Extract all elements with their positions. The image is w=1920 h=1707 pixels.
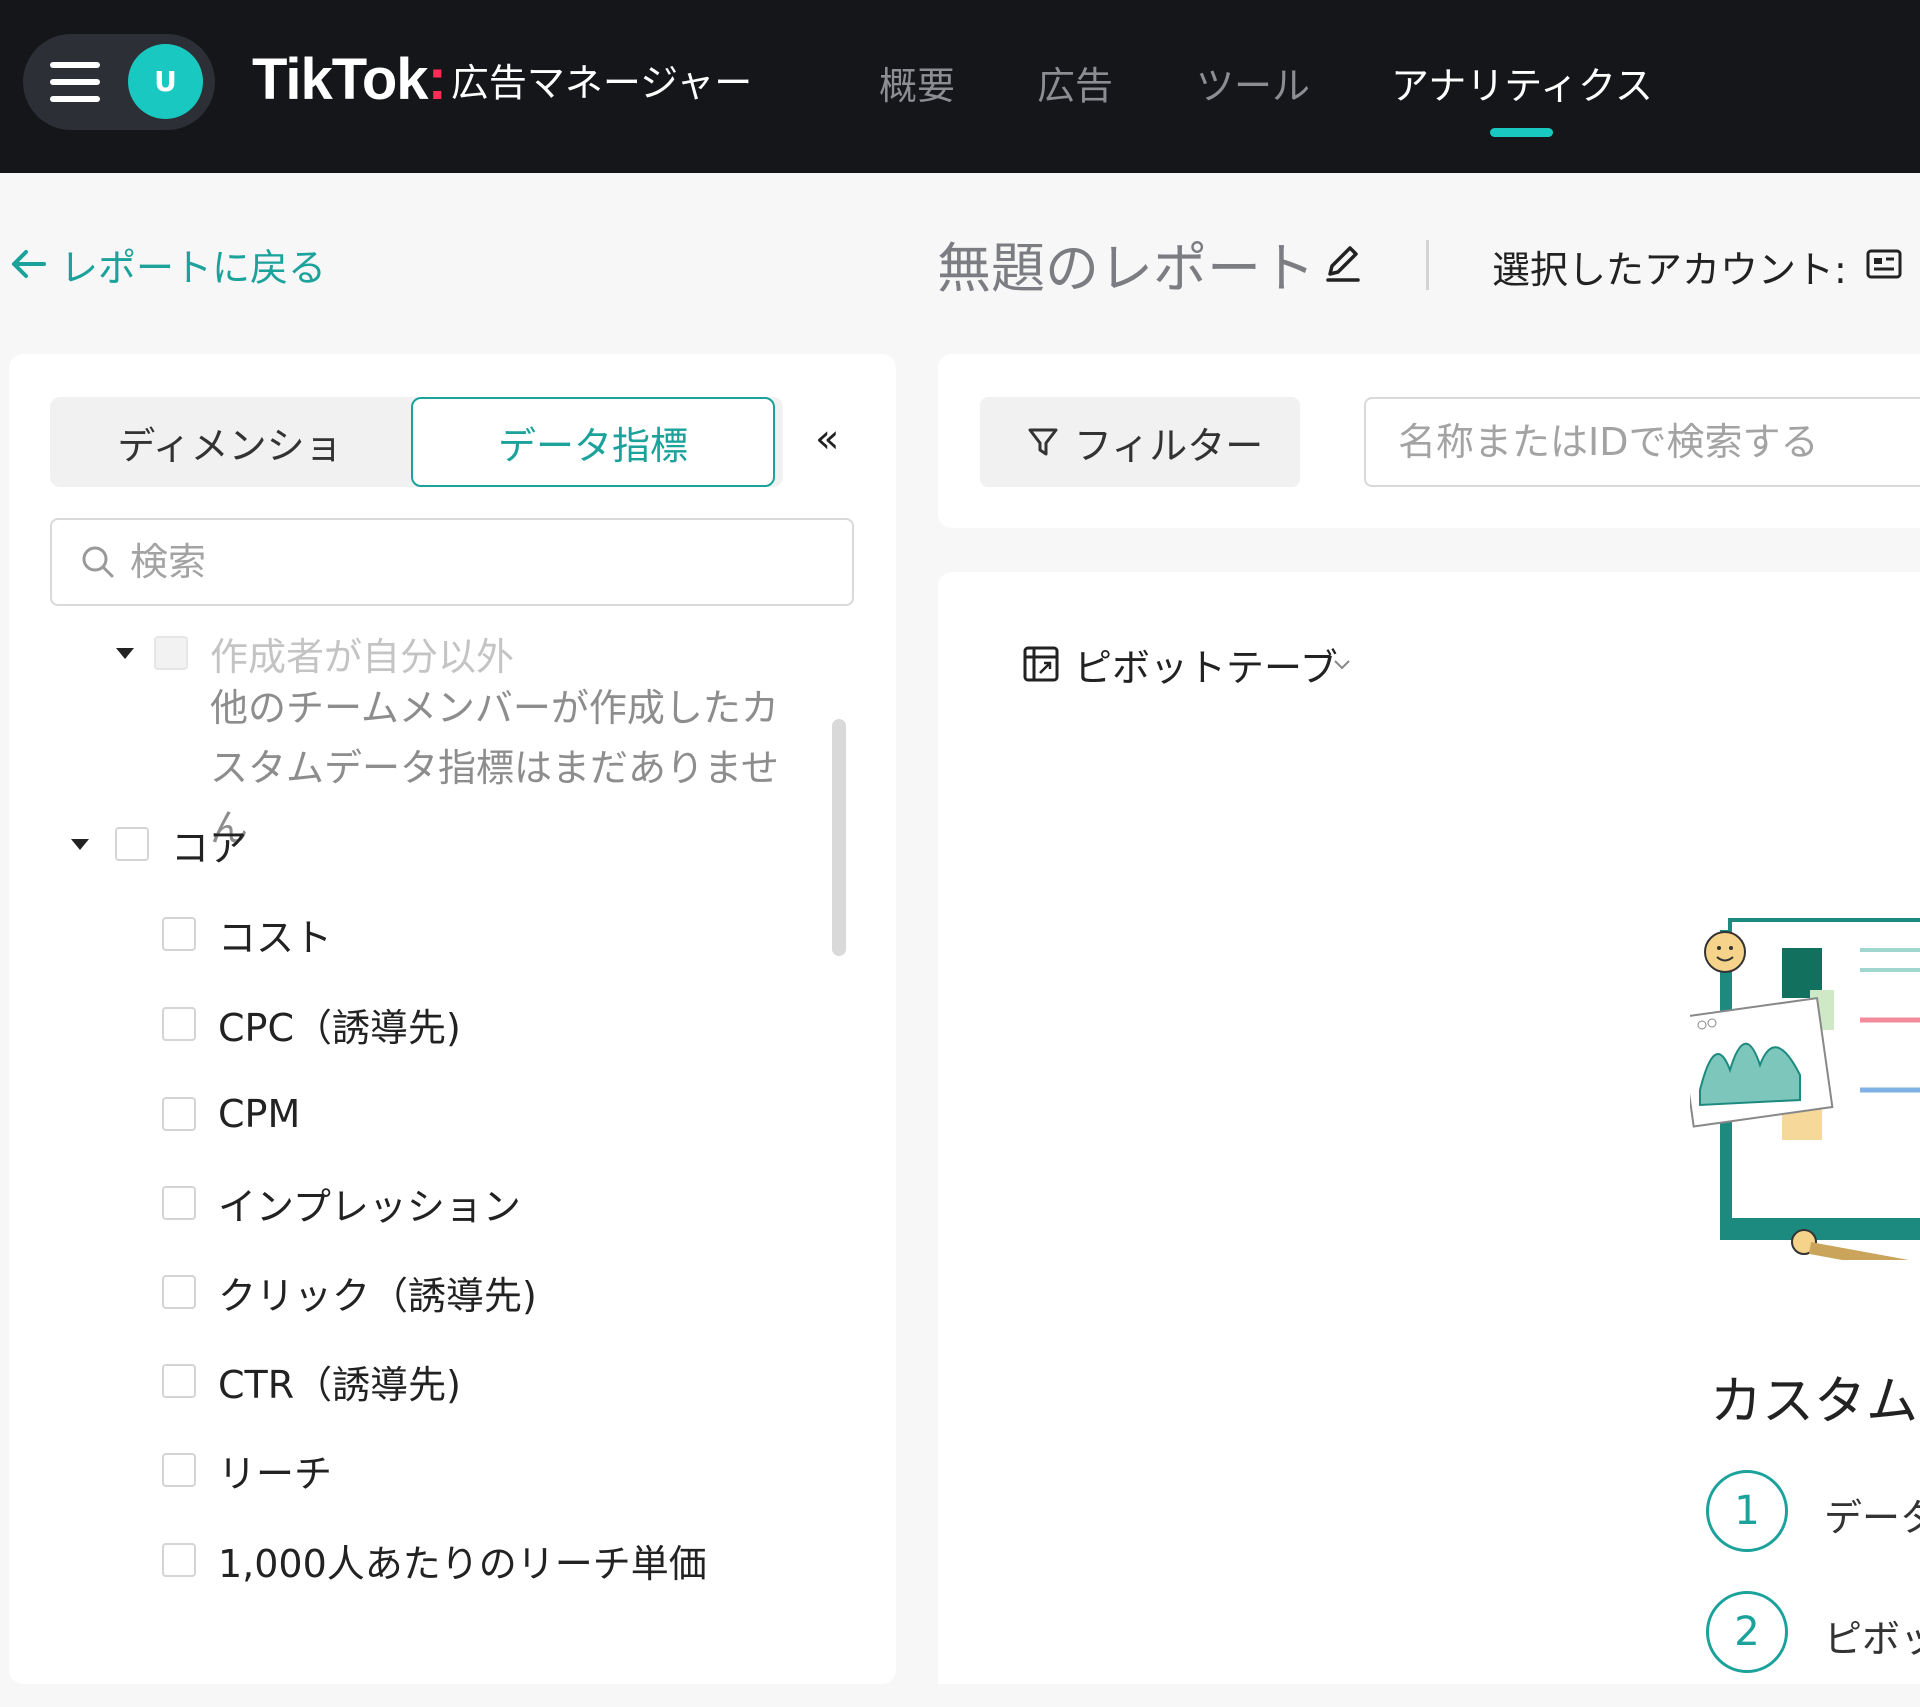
brand-product: 広告マネージャー xyxy=(450,60,753,105)
tab-metrics[interactable]: データ指標 xyxy=(411,397,775,487)
panel-tabs: ディメンショ データ指標 xyxy=(50,397,783,487)
metric-item-reach[interactable]: リーチ xyxy=(162,1445,333,1496)
metric-label: 1,000人あたりのリーチ単価 xyxy=(218,1541,707,1586)
nav-overview[interactable]: 概要 xyxy=(879,52,955,112)
back-to-reports-link[interactable]: レポートに戻る xyxy=(8,236,326,292)
selected-account-label: 選択したアカウント: xyxy=(1492,247,1847,292)
nav-active-indicator xyxy=(1490,128,1553,137)
metric-search-input[interactable] xyxy=(128,539,732,585)
metric-search-field[interactable] xyxy=(50,518,854,606)
arrow-left-icon xyxy=(12,250,46,278)
pivot-table-dropdown[interactable]: ピボットテーブ xyxy=(1022,634,1366,694)
brand-name: TikTok xyxy=(252,46,429,112)
checkbox[interactable] xyxy=(115,827,149,861)
checkbox xyxy=(154,636,188,670)
metric-item-cost-per-1000-reach[interactable]: 1,000人あたりのリーチ単価 xyxy=(162,1535,707,1586)
pivot-table-icon xyxy=(1023,646,1059,682)
step-2-badge: 2 xyxy=(1706,1591,1788,1673)
edit-pencil-icon[interactable] xyxy=(1322,242,1364,284)
filter-funnel-icon xyxy=(1028,428,1058,456)
search-icon xyxy=(82,546,114,578)
checkbox[interactable] xyxy=(162,1007,196,1041)
tree-group-label: 作成者が自分以外 xyxy=(210,634,515,679)
tree-group-label: コア xyxy=(171,825,248,870)
step-1-badge: 1 xyxy=(1706,1470,1788,1552)
checkbox[interactable] xyxy=(162,1186,196,1220)
metric-item-clicks[interactable]: クリック（誘導先) xyxy=(162,1267,537,1318)
report-title: 無題のレポート xyxy=(937,236,1315,300)
metrics-panel: ディメンショ データ指標 « 作成者が自分以外 他のチームメンバーが作成したカス… xyxy=(9,354,896,1684)
metric-label: クリック（誘導先) xyxy=(218,1273,537,1318)
metric-item-ctr[interactable]: CTR（誘導先) xyxy=(162,1356,461,1407)
back-link-label: レポートに戻る xyxy=(60,245,327,290)
step-1-text: データ xyxy=(1824,1496,1920,1540)
pivot-label: ピボットテーブ xyxy=(1074,645,1338,690)
tree-group-custom-other[interactable]: 作成者が自分以外 xyxy=(116,628,515,679)
metric-item-cpc[interactable]: CPC（誘導先) xyxy=(162,999,461,1050)
custom-empty-note: 他のチームメンバーが作成したカスタムデータ指標はまだありません xyxy=(210,686,779,850)
metric-item-cost[interactable]: コスト xyxy=(162,909,333,960)
brand-logo[interactable]: TikTok: 広告マネージャー xyxy=(252,44,752,114)
nav-analytics[interactable]: アナリティクス xyxy=(1391,52,1653,112)
metric-item-cpm[interactable]: CPM xyxy=(162,1089,300,1139)
step-2-text: ピボッ xyxy=(1824,1617,1920,1661)
avatar[interactable]: U xyxy=(128,44,203,119)
checkbox[interactable] xyxy=(162,1275,196,1309)
name-id-search-field[interactable] xyxy=(1364,397,1920,487)
checkbox[interactable] xyxy=(162,1364,196,1398)
metric-label: CPM xyxy=(218,1092,301,1136)
nav-tools[interactable]: ツール xyxy=(1196,52,1310,112)
metric-label: CPC（誘導先) xyxy=(218,1005,461,1050)
panel-scrollbar[interactable] xyxy=(832,719,846,956)
brand-colon: : xyxy=(427,46,447,112)
header-divider xyxy=(1426,240,1429,290)
caret-down-icon[interactable] xyxy=(116,647,134,659)
collapse-panel-icon[interactable]: « xyxy=(815,414,855,464)
checkbox[interactable] xyxy=(162,1543,196,1577)
tab-dimensions[interactable]: ディメンショ xyxy=(50,397,410,487)
metric-item-impressions[interactable]: インプレッション xyxy=(162,1178,521,1229)
checkbox[interactable] xyxy=(162,1097,196,1131)
dashboard-illustration xyxy=(1690,918,1920,1260)
caret-down-icon[interactable] xyxy=(71,838,89,850)
account-card-icon[interactable] xyxy=(1866,248,1902,280)
name-id-search-input[interactable] xyxy=(1396,419,1920,465)
tree-group-core[interactable]: コア xyxy=(71,819,248,870)
checkbox[interactable] xyxy=(162,1453,196,1487)
chevron-down-icon xyxy=(1334,660,1350,670)
metric-label: リーチ xyxy=(218,1451,333,1496)
report-canvas: ピボットテーブ カスタム 1 データ 2 ピボッ xyxy=(938,572,1920,1684)
checkbox[interactable] xyxy=(162,917,196,951)
metric-label: インプレッション xyxy=(218,1184,521,1229)
filter-label: フィルター xyxy=(1074,423,1264,468)
filter-button[interactable]: フィルター xyxy=(980,397,1300,487)
custom-heading: カスタム xyxy=(1710,1372,1919,1432)
hamburger-menu-icon[interactable] xyxy=(50,62,100,102)
top-header: U TikTok: 広告マネージャー 概要 広告 ツール アナリティクス xyxy=(0,0,1920,173)
metric-label: CTR（誘導先) xyxy=(218,1362,461,1407)
nav-ads[interactable]: 広告 xyxy=(1037,52,1113,112)
toolbar-panel: フィルター xyxy=(938,354,1920,528)
metric-label: コスト xyxy=(218,915,333,960)
